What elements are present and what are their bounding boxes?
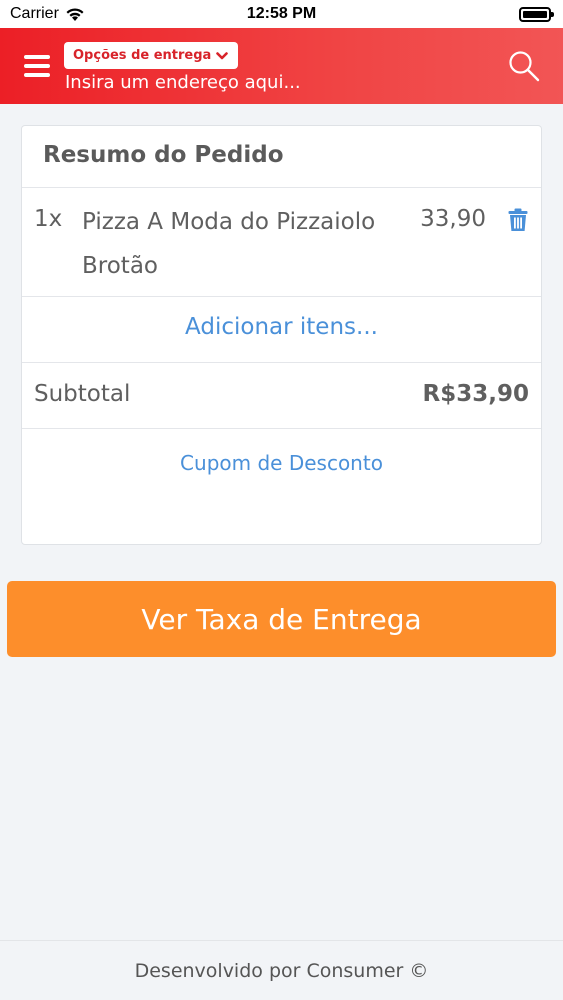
chevron-down-icon xyxy=(216,51,229,59)
hamburger-menu-icon[interactable] xyxy=(24,55,50,77)
item-name: Pizza A Moda do Pizzaiolo Brotão xyxy=(82,209,376,279)
address-input[interactable]: Insira um endereço aqui... xyxy=(65,72,301,93)
trash-icon[interactable] xyxy=(508,208,528,232)
app-header: Opções de entrega Insira um endereço aqu… xyxy=(0,28,563,104)
view-delivery-fee-button[interactable]: Ver Taxa de Entrega xyxy=(7,581,556,657)
carrier-group: Carrier xyxy=(10,5,85,23)
battery-level xyxy=(523,10,547,18)
subtotal-label: Subtotal xyxy=(34,381,131,407)
footer: Desenvolvido por Consumer © xyxy=(0,940,563,1000)
wifi-icon xyxy=(66,7,84,21)
order-summary-title: Resumo do Pedido xyxy=(43,142,284,168)
delivery-options-dropdown[interactable]: Opções de entrega xyxy=(64,42,239,69)
discount-coupon-link[interactable]: Cupom de Desconto xyxy=(22,451,541,475)
order-summary-card: Resumo do Pedido 1x Pizza A Moda do Pizz… xyxy=(21,125,542,545)
divider xyxy=(22,296,541,297)
subtotal-value: R$33,90 xyxy=(422,381,529,407)
divider xyxy=(22,362,541,363)
footer-credit: Desenvolvido por Consumer © xyxy=(134,959,429,982)
item-quantity: 1x xyxy=(34,206,63,232)
item-price: 33,90 xyxy=(420,206,486,232)
delivery-options-label: Opções de entrega xyxy=(73,48,212,63)
status-bar: Carrier 12:58 PM xyxy=(0,0,563,28)
add-items-link[interactable]: Adicionar itens... xyxy=(22,314,541,340)
carrier-label: Carrier xyxy=(10,5,59,22)
battery-icon xyxy=(519,6,554,22)
divider xyxy=(22,187,541,188)
divider xyxy=(22,428,541,429)
search-icon[interactable] xyxy=(506,48,542,84)
